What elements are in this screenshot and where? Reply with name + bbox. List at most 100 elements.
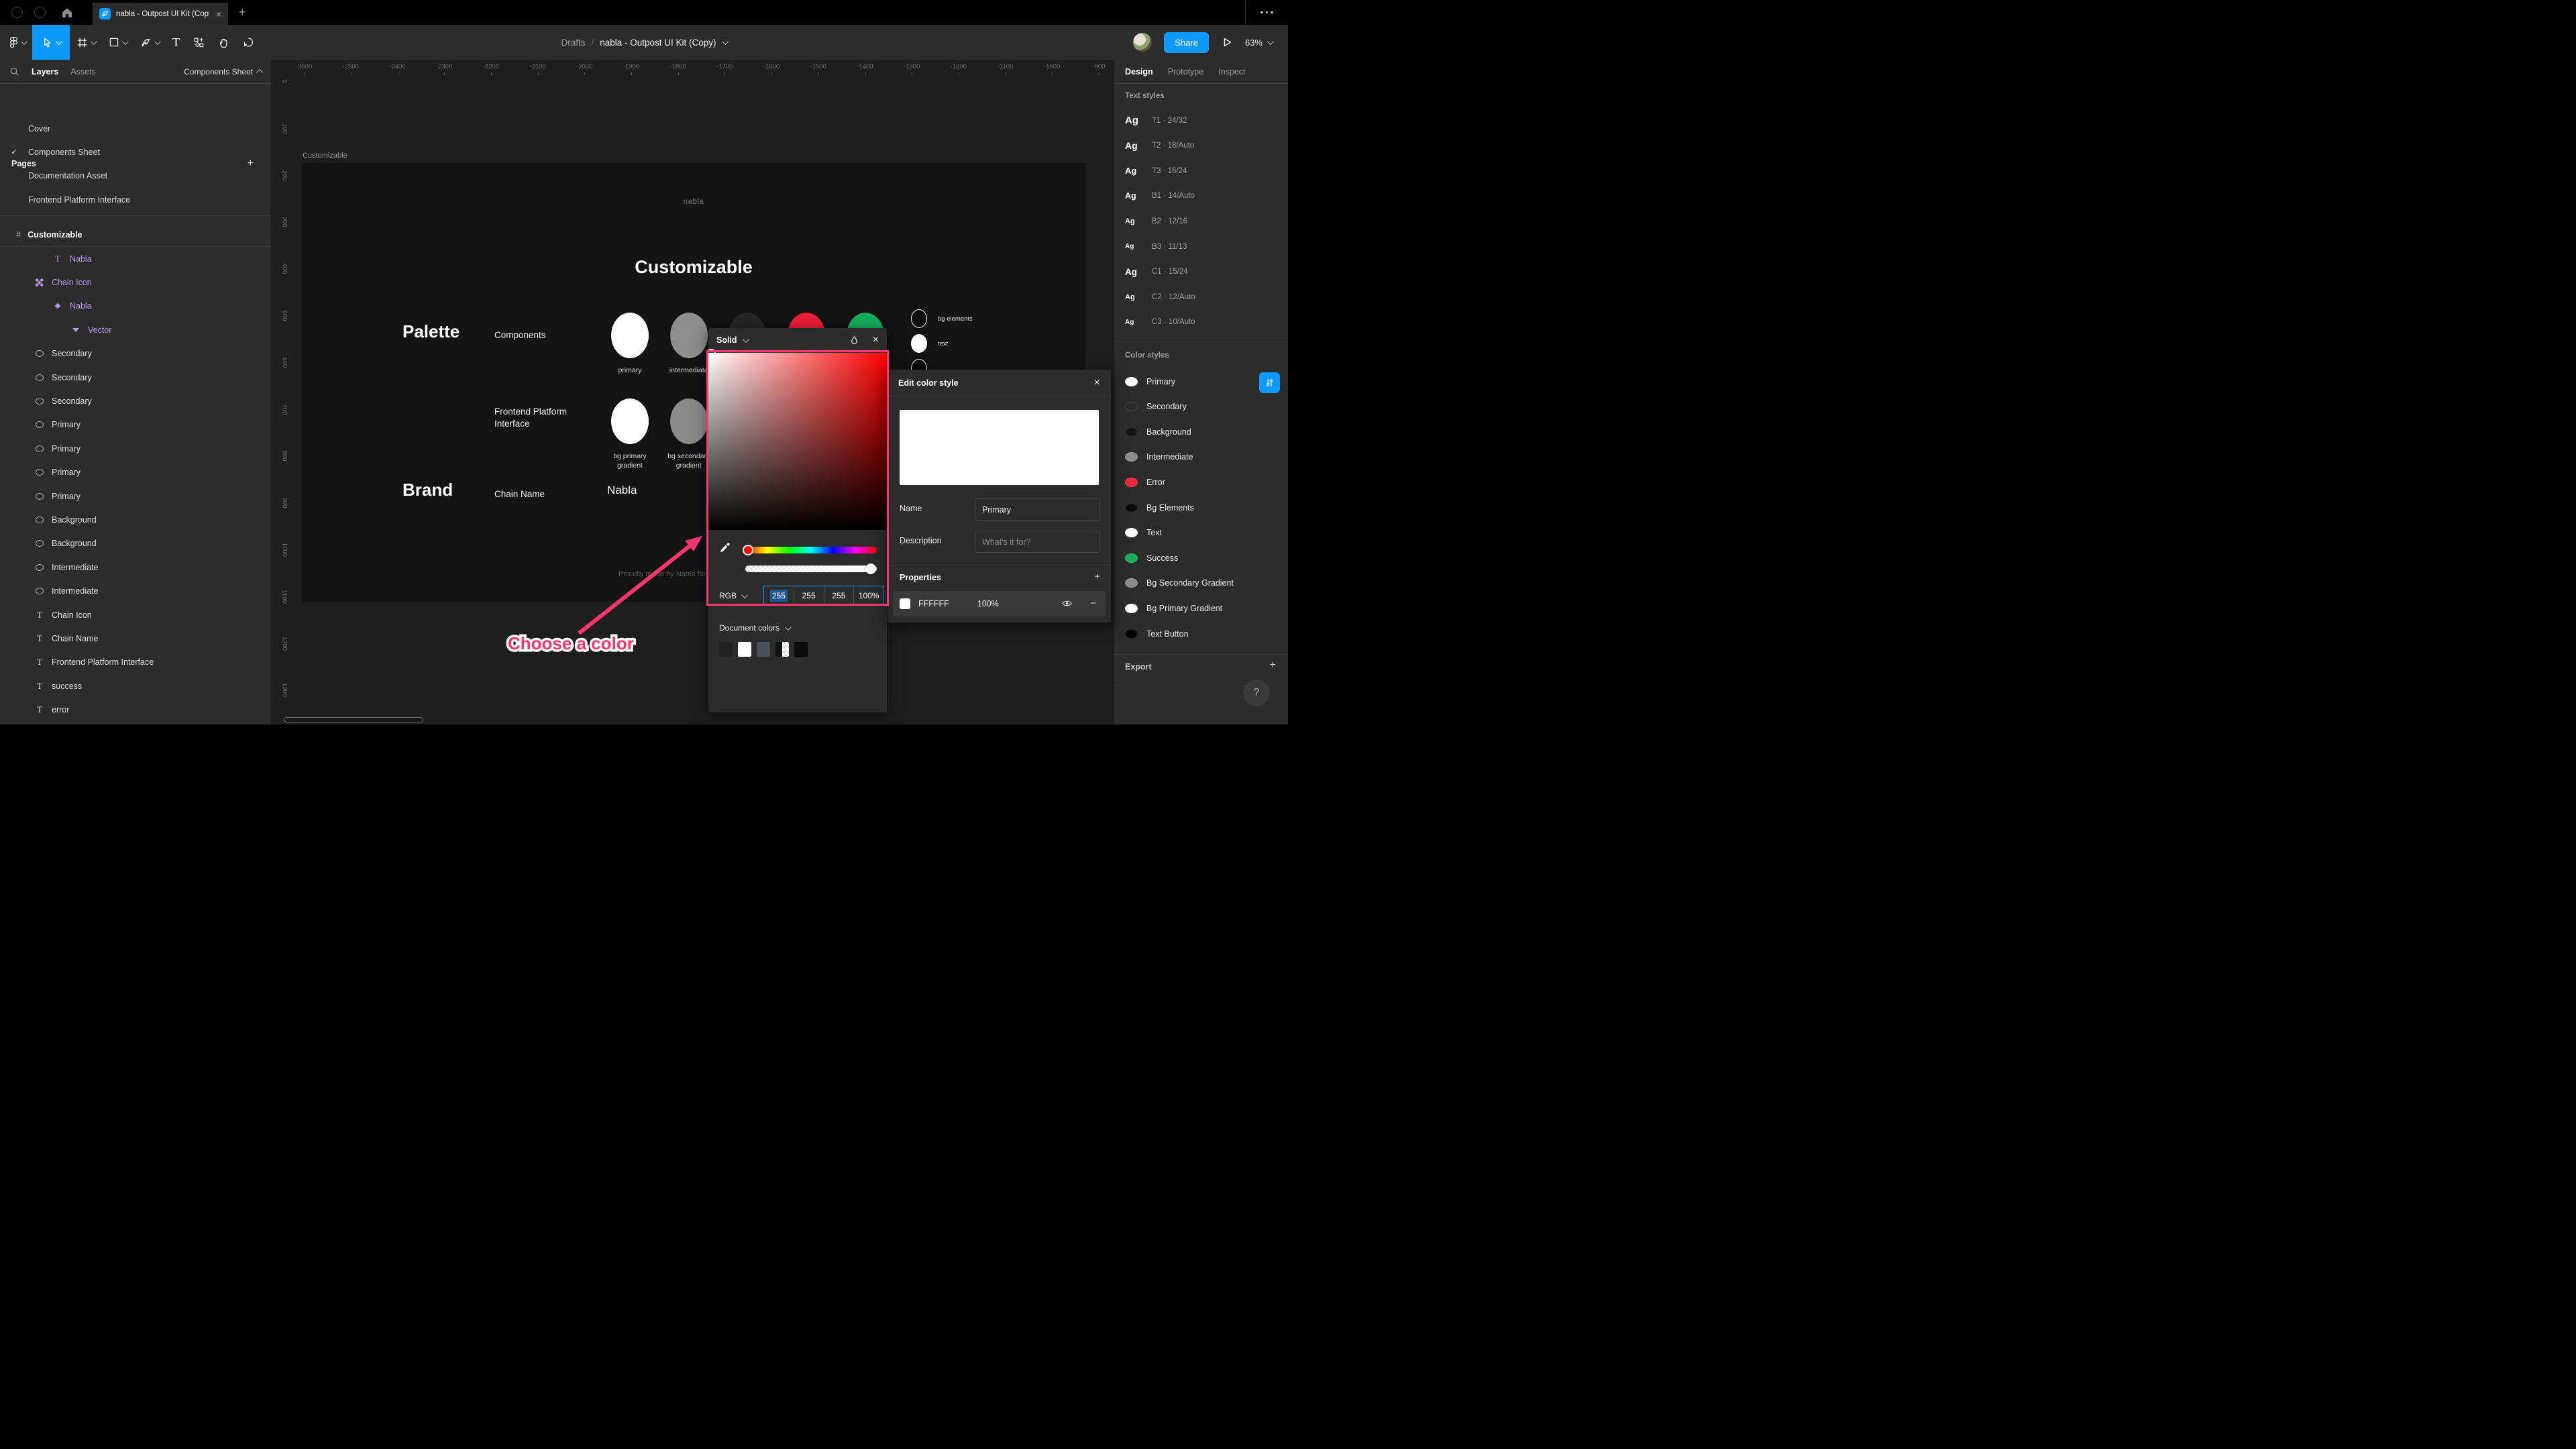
color-style-row[interactable]: Success xyxy=(1114,545,1288,570)
tab-inspect[interactable]: Inspect xyxy=(1218,67,1245,76)
layer-row[interactable]: Background xyxy=(0,508,271,531)
tab-layers[interactable]: Layers xyxy=(32,67,58,76)
edit-style-button[interactable] xyxy=(1259,372,1280,393)
description-input[interactable] xyxy=(975,531,1099,553)
color-style-row[interactable]: Secondary xyxy=(1114,394,1288,419)
page-row[interactable]: Cover xyxy=(0,117,271,140)
frame-name-label[interactable]: Customizable xyxy=(303,152,347,160)
color-style-row[interactable]: Intermediate xyxy=(1114,445,1288,470)
layer-root-row[interactable]: # Customizable xyxy=(0,223,271,247)
layer-row[interactable]: Primary xyxy=(0,461,271,484)
layer-row[interactable]: Intermediate xyxy=(0,580,271,603)
layer-row[interactable]: Secondary xyxy=(0,342,271,366)
document-color-swatch[interactable] xyxy=(738,642,751,657)
page-row[interactable]: Frontend Platform Interface xyxy=(0,188,271,211)
tab-close-icon[interactable]: × xyxy=(216,9,221,19)
gradient-swatch[interactable]: bg primary gradient xyxy=(600,398,660,470)
layer-row[interactable]: Nabla xyxy=(0,294,271,318)
page-row[interactable]: ✓ Components Sheet xyxy=(0,140,271,164)
alpha-slider-handle[interactable] xyxy=(865,564,876,574)
layer-row[interactable]: Chain Icon xyxy=(0,270,271,294)
page-selector[interactable]: Components Sheet xyxy=(184,67,264,76)
chevron-down-icon[interactable] xyxy=(722,38,729,45)
text-style-row[interactable]: Ag C1 · 15/24 xyxy=(1114,260,1288,284)
opacity-value[interactable]: 100% xyxy=(977,599,999,608)
text-style-row[interactable]: Ag T2 · 18/Auto xyxy=(1114,133,1288,158)
color-style-row[interactable]: Bg Secondary Gradient xyxy=(1114,571,1288,596)
browser-menu-icon[interactable] xyxy=(1245,0,1288,25)
breadcrumb-drafts[interactable]: Drafts xyxy=(561,38,585,48)
chevron-down-icon[interactable] xyxy=(742,335,749,343)
remove-property-icon[interactable]: − xyxy=(1090,598,1096,609)
close-icon[interactable]: × xyxy=(1094,377,1100,389)
hand-tool-button[interactable] xyxy=(211,25,236,60)
green-field[interactable]: 255 xyxy=(794,586,824,604)
layer-row[interactable]: Chain Name xyxy=(0,627,271,650)
red-field[interactable]: 255 xyxy=(764,586,794,604)
home-icon[interactable] xyxy=(60,6,74,19)
tab-prototype[interactable]: Prototype xyxy=(1168,67,1204,76)
color-field-handle[interactable] xyxy=(706,349,716,358)
color-model-selector[interactable]: RGB xyxy=(719,591,748,600)
frame-tool-button[interactable] xyxy=(70,25,102,60)
layer-row[interactable]: Nabla xyxy=(0,247,271,270)
text-style-row[interactable]: Ag C2 · 12/Auto xyxy=(1114,284,1288,309)
visibility-eye-icon[interactable] xyxy=(1061,598,1073,609)
document-color-swatch[interactable] xyxy=(775,642,789,657)
comment-tool-button[interactable] xyxy=(236,25,261,60)
document-color-swatch[interactable] xyxy=(794,642,808,657)
document-colors-toggle[interactable]: Document colors xyxy=(719,623,792,633)
property-row[interactable]: FFFFFF 100% − xyxy=(893,591,1106,616)
layer-row[interactable]: Secondary xyxy=(0,389,271,413)
fill-type-selector[interactable]: Solid xyxy=(716,335,737,345)
share-button[interactable]: Share xyxy=(1164,32,1209,53)
text-style-row[interactable]: Ag B3 · 11/13 xyxy=(1114,234,1288,259)
layer-row[interactable]: Frontend Platform Interface xyxy=(0,651,271,674)
main-menu-button[interactable] xyxy=(0,25,32,60)
text-style-row[interactable]: Ag T1 · 24/32 xyxy=(1114,108,1288,133)
shape-tool-button[interactable] xyxy=(102,25,133,60)
blue-field[interactable]: 255 xyxy=(824,586,855,604)
layer-row[interactable]: success xyxy=(0,674,271,698)
layer-row[interactable]: Intermediate xyxy=(0,555,271,579)
layer-row[interactable]: Chain Icon xyxy=(0,603,271,627)
close-icon[interactable]: × xyxy=(873,334,879,346)
tab-assets[interactable]: Assets xyxy=(70,67,96,76)
resources-tool-button[interactable] xyxy=(186,25,211,60)
layer-row[interactable]: Vector xyxy=(0,318,271,341)
layer-row[interactable]: Secondary xyxy=(0,366,271,389)
avatar[interactable] xyxy=(1133,33,1152,52)
layer-row[interactable]: Primary xyxy=(0,437,271,460)
breadcrumb-file-name[interactable]: nabla - Outpost UI Kit (Copy) xyxy=(600,38,716,48)
color-style-row[interactable]: Background xyxy=(1114,419,1288,444)
text-style-row[interactable]: Ag B2 · 12/16 xyxy=(1114,209,1288,233)
color-style-row[interactable]: Bg Primary Gradient xyxy=(1114,596,1288,621)
document-color-swatch[interactable] xyxy=(757,642,770,657)
alpha-field[interactable]: 100% xyxy=(854,586,883,604)
file-tab[interactable]: nabla - Outpost UI Kit (Copy) × xyxy=(93,3,228,25)
layer-row[interactable]: error xyxy=(0,698,271,722)
window-button-1[interactable] xyxy=(11,7,23,18)
add-property-button[interactable]: + xyxy=(1094,571,1100,582)
saturation-value-field[interactable] xyxy=(708,353,887,530)
eyedropper-icon[interactable] xyxy=(719,541,731,553)
alpha-slider[interactable] xyxy=(745,566,877,572)
layer-row[interactable]: Primary xyxy=(0,484,271,508)
blend-mode-icon[interactable] xyxy=(849,335,859,345)
color-style-row[interactable]: Text xyxy=(1114,521,1288,545)
new-tab-button[interactable]: + xyxy=(239,0,246,25)
search-icon[interactable] xyxy=(9,66,19,76)
move-tool-button[interactable] xyxy=(32,25,70,60)
color-style-row[interactable]: Bg Elements xyxy=(1114,495,1288,520)
window-button-2[interactable] xyxy=(34,7,46,18)
layer-row[interactable]: Background xyxy=(0,532,271,555)
text-tool-button[interactable]: T xyxy=(166,25,186,60)
text-style-row[interactable]: Ag B1 · 14/Auto xyxy=(1114,184,1288,209)
text-style-row[interactable]: Ag T3 · 16/24 xyxy=(1114,158,1288,183)
page-row[interactable]: Documentation Asset xyxy=(0,164,271,188)
tab-design[interactable]: Design xyxy=(1125,67,1153,76)
horizontal-scrollbar[interactable] xyxy=(284,717,423,722)
present-button[interactable] xyxy=(1221,36,1233,48)
hex-value[interactable]: FFFFFF xyxy=(918,599,949,608)
document-color-swatch[interactable] xyxy=(719,642,733,657)
